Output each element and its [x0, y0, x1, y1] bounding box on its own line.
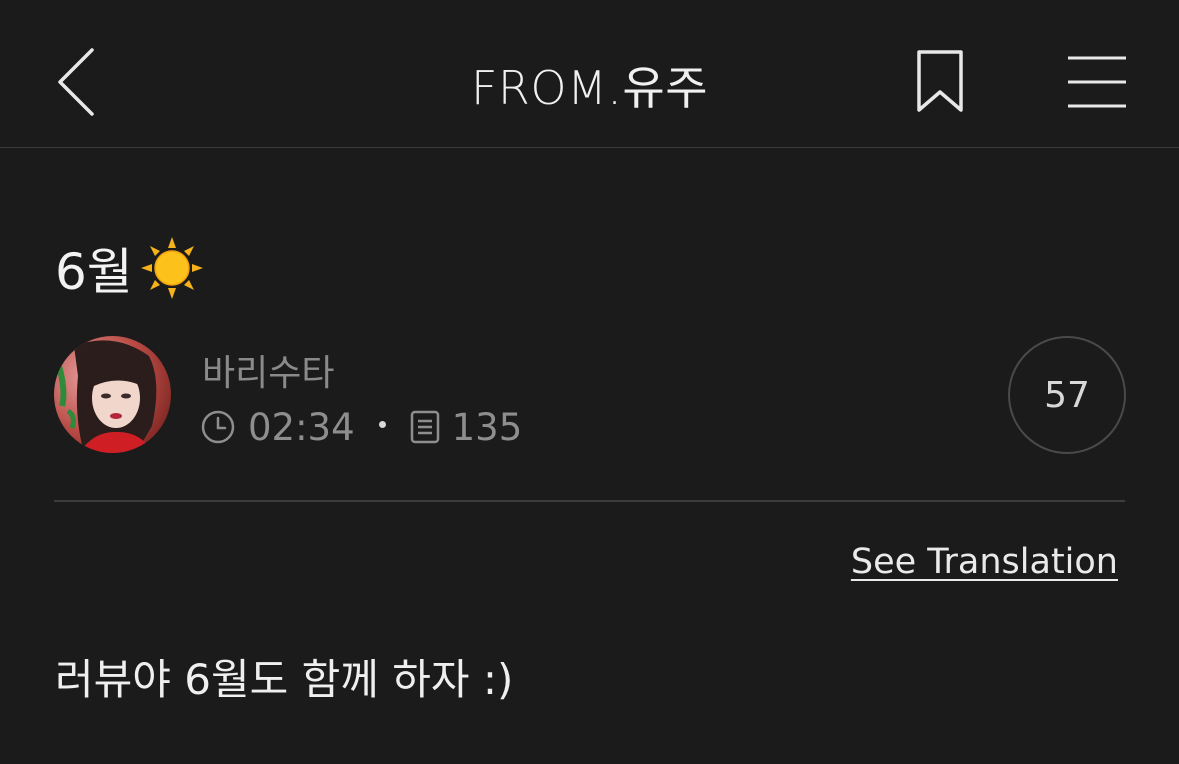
bookmark-button[interactable] — [910, 46, 970, 118]
see-translation-link[interactable]: See Translation — [851, 542, 1118, 582]
avatar[interactable] — [54, 336, 171, 453]
document-icon — [410, 410, 439, 444]
divider — [54, 500, 1125, 502]
author-name[interactable]: 바리수타 — [202, 344, 334, 396]
hamburger-menu-icon — [1068, 56, 1126, 108]
page-title: FROM.유주 — [470, 61, 709, 115]
comment-count-button[interactable]: 57 — [1008, 336, 1126, 454]
sun-icon — [140, 237, 203, 299]
clock-icon — [201, 410, 235, 444]
post-title-text: 6월 — [55, 243, 133, 301]
top-bar: FROM.유주 — [0, 0, 1179, 148]
post-meta: 02:34 135 — [200, 402, 522, 452]
post-time: 02:34 — [248, 405, 355, 449]
bookmark-icon — [917, 50, 963, 112]
menu-button[interactable] — [1064, 52, 1130, 112]
avatar-image — [54, 336, 171, 453]
separator-dot — [378, 420, 386, 428]
post-count: 135 — [451, 405, 523, 449]
post-title: 6월 — [55, 232, 205, 304]
post-body: 러뷰야 6월도 함께 하자 :) — [55, 655, 514, 704]
